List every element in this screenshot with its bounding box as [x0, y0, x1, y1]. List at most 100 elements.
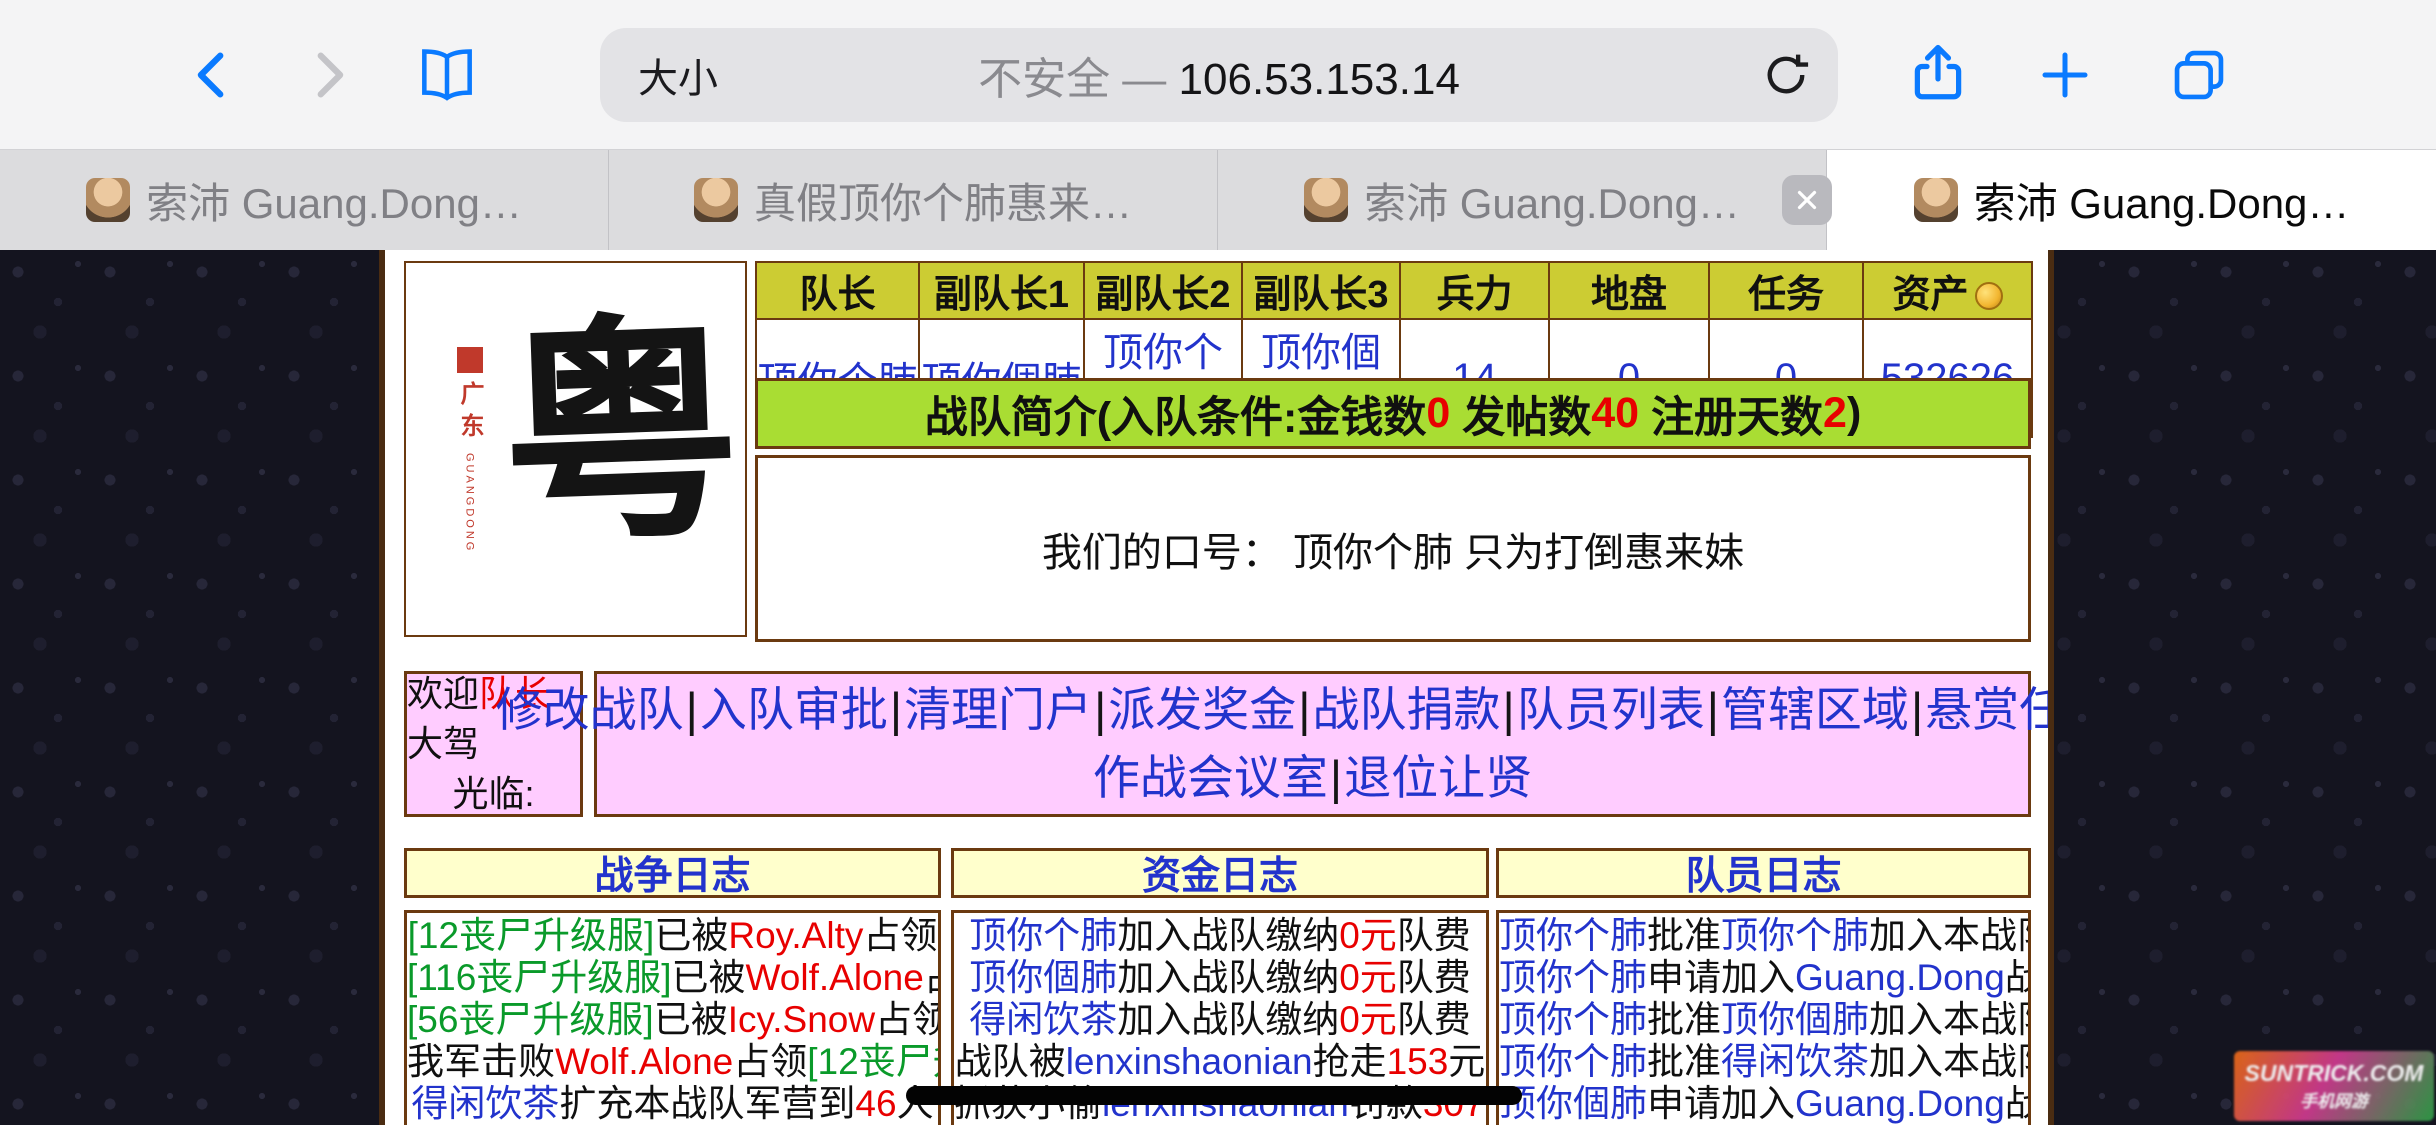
text-segment: 扩充本战队军营到 [559, 1083, 855, 1124]
open-book-icon [415, 43, 479, 107]
text-link[interactable]: Guang.Dong [1795, 957, 2005, 998]
text-link[interactable]: 顶你个肺 [1499, 957, 1647, 998]
text-link[interactable]: 顶你個肺 [969, 957, 1117, 998]
log-line: 顶你個肺加入战队缴纳0元队费 [954, 957, 1486, 999]
text-link[interactable]: Guang.Dong [1795, 1083, 2005, 1124]
bookmarks-button[interactable] [408, 38, 486, 112]
text-segment: 队费 [1397, 915, 1471, 956]
tab-2[interactable]: 真假顶你个肺惠来… [609, 150, 1218, 250]
text-segment: 0元 [1339, 915, 1397, 956]
leader-col-header: 副队长1 [919, 262, 1084, 319]
admin-link[interactable]: 队员列表 [1517, 683, 1705, 736]
text-segment: 0 [1426, 389, 1450, 438]
admin-link[interactable]: 修改战队 [496, 683, 684, 736]
share-button[interactable] [1898, 30, 1978, 114]
admin-link[interactable]: 清理门户 [904, 683, 1092, 736]
separator: — [1110, 55, 1178, 104]
text-link[interactable]: 得闲饮茶 [411, 1083, 559, 1124]
game-page: 广东 GUANGDONG 粤 队长副队长1副队长2副队长3兵力地盘任务资产 顶你… [385, 250, 2048, 1125]
war-log-header: 战争日志 [404, 848, 941, 898]
text-segment: 战队简介(入队条件:金钱数 [925, 383, 1427, 445]
text-link[interactable]: 顶你个肺 [1499, 1041, 1647, 1082]
text-segment: 加入本战队 [1869, 1041, 2031, 1082]
text-link[interactable]: 顶你个肺 [1721, 915, 1869, 956]
text-segment: Wolf.Alone [746, 957, 924, 998]
text-link[interactable]: lenxinshaonian [1066, 1041, 1313, 1082]
guangdong-emblem: 广东 GUANGDONG 粤 [404, 261, 747, 637]
text-segment: 大驾 [407, 723, 479, 764]
text-segment: Icy.Snow [728, 999, 875, 1040]
text-segment: 抢走 [1313, 1041, 1387, 1082]
separator: | [1298, 683, 1310, 736]
text-segment: 占领 [733, 1041, 807, 1082]
tab-favicon [1914, 178, 1958, 222]
text-segment: 注册天数 [1639, 383, 1823, 445]
leader-col-header: 副队长2 [1084, 262, 1242, 319]
log-line: 得闲饮茶扩充本战队军营到46人 [407, 1083, 938, 1125]
fund-log-header: 资金日志 [951, 848, 1489, 898]
admin-link[interactable]: 悬赏任务 [1925, 683, 2048, 736]
text-segment: 欢迎 [407, 673, 479, 714]
address-text: 不安全 — 106.53.153.14 [720, 43, 1718, 107]
separator: | [1330, 751, 1342, 804]
text-link[interactable]: 顶你个肺 [969, 915, 1117, 956]
text-link[interactable]: 得闲饮茶 [969, 999, 1117, 1040]
text-link[interactable]: 顶你個肺 [1499, 1083, 1647, 1124]
close-tab-button[interactable] [1782, 175, 1832, 225]
admin-link[interactable]: 退位让贤 [1344, 751, 1532, 804]
tab-1[interactable]: 索沛 Guang.Dong… [0, 150, 609, 250]
tab-title: 索沛 Guang.Dong… [1974, 170, 2350, 231]
reload-button[interactable] [1758, 47, 1814, 103]
watermark-line2: 手机网游 [2300, 1087, 2368, 1112]
tab-favicon [1304, 178, 1348, 222]
text-segment: 占领 [924, 957, 941, 998]
page-background: 广东 GUANGDONG 粤 队长副队长1副队长2副队长3兵力地盘任务资产 顶你… [0, 250, 2436, 1125]
text-segment: 加入本战队 [1869, 999, 2031, 1040]
tab-3[interactable]: 索沛 Guang.Dong… [1218, 150, 1827, 250]
tab-title: 索沛 Guang.Dong… [146, 170, 522, 231]
text-segment: 153 [1387, 1041, 1449, 1082]
text-segment: 光临: [452, 773, 534, 814]
text-size-button[interactable]: 大小 [638, 46, 718, 104]
address-bar[interactable]: 大小 不安全 — 106.53.153.14 [600, 28, 1838, 122]
text-segment: ) [1847, 389, 1861, 438]
text-segment: 战队被 [955, 1041, 1066, 1082]
seal-text: 广东 [452, 381, 487, 445]
text-segment: 0元 [1339, 957, 1397, 998]
log-line: 我军击败Wolf.Alone占领[12丧尸升级服] [407, 1041, 938, 1083]
log-line: [56丧尸升级服]已被Icy.Snow占领 [407, 999, 938, 1041]
text-segment: 占领 [875, 999, 941, 1040]
admin-link[interactable]: 入队审批 [700, 683, 888, 736]
text-segment: 已被 [654, 999, 728, 1040]
text-link[interactable]: 顶你个肺 [1499, 915, 1647, 956]
tab-4[interactable]: 索沛 Guang.Dong… [1827, 150, 2436, 250]
admin-links-row: 修改战队|入队审批|清理门户|派发奖金|战队捐款|队员列表|管辖区域|悬赏任务| [496, 676, 2048, 744]
text-link[interactable]: 得闲饮茶 [1721, 1041, 1869, 1082]
home-indicator[interactable] [906, 1086, 1522, 1105]
separator: | [686, 683, 698, 736]
text-segment: 2 [1823, 389, 1847, 438]
leader-col-header: 任务 [1709, 262, 1863, 319]
back-button[interactable] [175, 40, 251, 110]
text-segment: [56丧尸升级服] [407, 999, 654, 1040]
admin-link[interactable]: 作战会议室 [1093, 751, 1328, 804]
log-line: 得闲饮茶加入战队缴纳0元队费 [954, 999, 1486, 1041]
security-label: 不安全 [978, 55, 1110, 104]
tab-overview-button[interactable] [2156, 40, 2242, 110]
admin-link[interactable]: 管辖区域 [1721, 683, 1909, 736]
admin-link[interactable]: 派发奖金 [1108, 683, 1296, 736]
text-segment: 队费 [1397, 999, 1471, 1040]
leader-col-header: 兵力 [1400, 262, 1549, 319]
leader-col-header: 地盘 [1549, 262, 1709, 319]
text-link[interactable]: 顶你個肺 [1721, 999, 1869, 1040]
close-icon [1792, 185, 1822, 215]
intro-banner: 战队简介(入队条件:金钱数0 发帖数40 注册天数2) [755, 378, 2031, 449]
reload-icon [1760, 49, 1812, 101]
forward-button[interactable] [290, 40, 366, 110]
text-link[interactable]: 顶你个肺 [1499, 999, 1647, 1040]
safari-toolbar: 大小 不安全 — 106.53.153.14 [0, 0, 2436, 150]
tab-title: 真假顶你个肺惠来… [754, 170, 1132, 231]
text-segment: 发帖数 [1450, 383, 1591, 445]
new-tab-button[interactable] [2028, 38, 2102, 112]
admin-link[interactable]: 战队捐款 [1313, 683, 1501, 736]
